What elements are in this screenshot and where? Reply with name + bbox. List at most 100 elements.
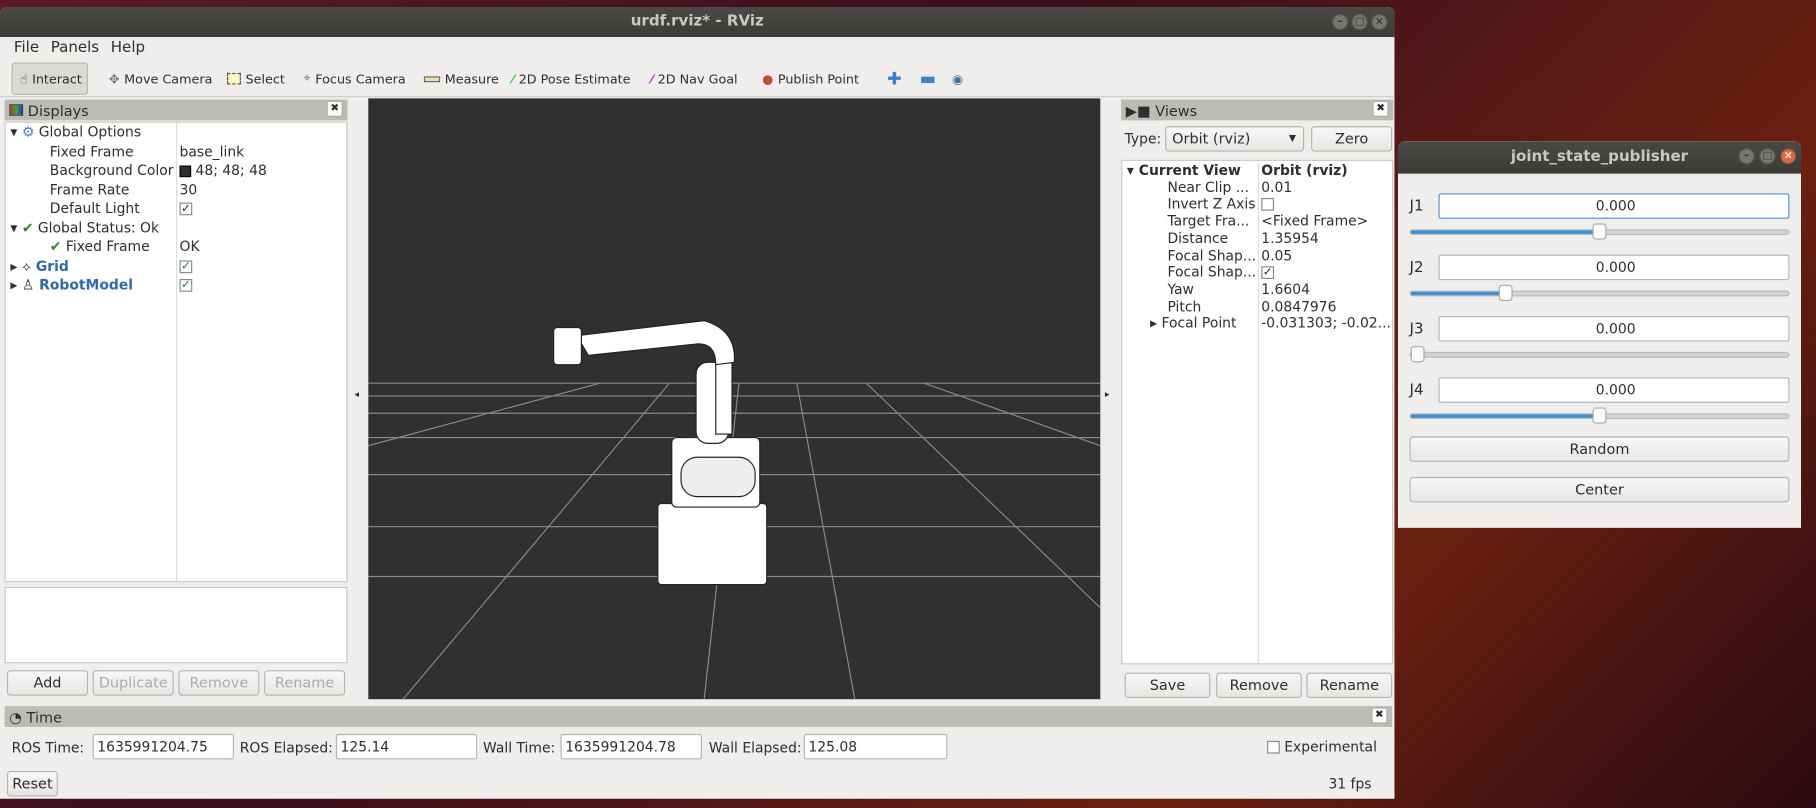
monitor-icon	[9, 104, 24, 116]
type-label: Type:	[1124, 130, 1162, 148]
tree-row-grid[interactable]: ▸ ⟡ Grid	[10, 256, 68, 275]
chevron-down-icon: ▼	[1288, 133, 1297, 144]
gear-icon: ⚙	[21, 123, 35, 141]
invert-z-checkbox[interactable]	[1261, 198, 1275, 212]
display-description	[4, 586, 348, 664]
scene	[368, 320, 1101, 700]
tool-move-camera[interactable]: ✥ Move Camera	[102, 60, 219, 97]
menu-help[interactable]: Help	[111, 37, 145, 60]
title-bar: urdf.rviz* - RViz – □ ×	[0, 6, 1395, 38]
background-color-value[interactable]: 48; 48; 48	[179, 161, 267, 180]
splitter-right-arrow[interactable]: ▸	[1105, 389, 1110, 399]
joint-label: J2	[1409, 259, 1424, 277]
joint-value-field[interactable]: 0.000	[1438, 193, 1790, 219]
check-icon: ✔	[49, 238, 62, 255]
tree-row-focal-point[interactable]: ▸ Focal Point	[1150, 314, 1236, 333]
tool-2d-nav-goal[interactable]: ⁄ 2D Nav Goal	[644, 60, 745, 97]
magenta-arrow-icon: ⁄	[650, 71, 654, 87]
3d-viewport[interactable]	[368, 98, 1101, 700]
tree-row-robotmodel[interactable]: ▸ ♙ RobotModel	[10, 276, 133, 295]
joint-value-field[interactable]: 0.000	[1438, 254, 1790, 281]
ruler-icon	[423, 75, 441, 82]
view-type-dropdown[interactable]: Orbit (rviz) ▼	[1165, 126, 1305, 152]
wall-time-label: Wall Time:	[482, 739, 556, 756]
menu-panels[interactable]: Panels	[51, 37, 99, 60]
tree-row-default-light[interactable]: Default Light	[50, 199, 140, 218]
checkbox-box	[1267, 740, 1280, 754]
tool-focus-camera[interactable]: ⌖ Focus Camera	[296, 60, 412, 97]
joint-state-publisher-window: joint_state_publisher – □ × J1 0.000 J2 …	[1397, 141, 1802, 528]
tool-interact[interactable]: ☝ Interact	[11, 62, 89, 95]
view-menu-button[interactable]: ◉	[945, 60, 970, 97]
maximize-button[interactable]: □	[1351, 13, 1368, 31]
slider-handle[interactable]	[1410, 346, 1425, 363]
tool-publish-point[interactable]: ● Publish Point	[755, 60, 866, 97]
tree-row-global-status[interactable]: ▾ ✔ Global Status: Ok	[10, 218, 159, 237]
robot-model	[553, 320, 768, 586]
center-button[interactable]: Center	[1409, 476, 1790, 503]
default-light-checkbox[interactable]: ✓	[179, 202, 193, 216]
jsp-window-title: joint_state_publisher	[1510, 148, 1689, 166]
jsp-minimize-button[interactable]: –	[1738, 148, 1755, 165]
tree-row-background-color[interactable]: Background Color	[50, 161, 174, 180]
wall-elapsed-field[interactable]: 125.08	[803, 733, 948, 760]
add-tool-button[interactable]: ✚	[880, 60, 908, 97]
menu-file[interactable]: File	[14, 37, 39, 60]
tree-row-frame-rate[interactable]: Frame Rate	[50, 180, 130, 199]
frame-rate-value[interactable]: 30	[180, 180, 198, 199]
fixed-frame-value[interactable]: base_link	[180, 142, 245, 161]
rename-display-button[interactable]: Rename	[264, 670, 346, 696]
tree-row-status-fixed-frame[interactable]: ✔ Fixed Frame	[50, 237, 150, 256]
views-close-button[interactable]: ✖	[1372, 100, 1389, 117]
status-value: OK	[179, 238, 200, 255]
focal-shape-checkbox[interactable]: ✓	[1261, 266, 1275, 280]
grid-checkbox[interactable]: ✓	[179, 259, 193, 273]
rename-view-button[interactable]: Rename	[1306, 672, 1393, 699]
wall-time-field[interactable]: 1635991204.78	[560, 733, 702, 760]
slider-handle[interactable]	[1592, 407, 1607, 424]
focal-point-value[interactable]: -0.031303; -0.02...	[1261, 314, 1391, 333]
tool-2d-pose-estimate[interactable]: ⁄ 2D Pose Estimate	[505, 60, 637, 97]
eye-icon: ◉	[952, 71, 964, 87]
duplicate-display-button[interactable]: Duplicate	[92, 670, 174, 696]
experimental-checkbox[interactable]: Experimental	[1267, 739, 1377, 755]
joint-value-field[interactable]: 0.000	[1438, 377, 1790, 403]
zero-button[interactable]: Zero	[1311, 126, 1393, 152]
tree-row-global-options[interactable]: ▾ ⚙ Global Options	[10, 123, 141, 142]
tool-select[interactable]: Select	[220, 60, 292, 97]
displays-close-button[interactable]: ✖	[326, 100, 343, 117]
remove-display-button[interactable]: Remove	[178, 670, 260, 696]
add-display-button[interactable]: Add	[6, 670, 89, 696]
green-arrow-icon: ⁄	[511, 71, 515, 87]
jsp-close-button[interactable]: ×	[1780, 148, 1797, 165]
minimize-button[interactable]: –	[1331, 13, 1349, 31]
ros-time-field[interactable]: 1635991204.75	[92, 733, 234, 760]
robotmodel-checkbox[interactable]: ✓	[179, 278, 193, 292]
move-camera-icon: ✥	[108, 71, 120, 87]
tool-measure[interactable]: Measure	[417, 60, 506, 97]
focus-camera-icon: ⌖	[303, 70, 311, 86]
slider-fill	[1410, 230, 1600, 234]
jsp-maximize-button[interactable]: □	[1759, 148, 1776, 165]
joint-slider[interactable]	[1409, 284, 1790, 301]
joint-value-field[interactable]: 0.000	[1438, 316, 1790, 342]
ros-time-label: ROS Time:	[11, 739, 85, 756]
slider-handle[interactable]	[1592, 223, 1607, 240]
joint-slider[interactable]	[1409, 407, 1790, 424]
ros-elapsed-field[interactable]: 125.14	[335, 733, 478, 760]
close-button[interactable]: ×	[1371, 13, 1388, 31]
tree-row-fixed-frame[interactable]: Fixed Frame	[50, 142, 134, 161]
reset-button[interactable]: Reset	[6, 770, 58, 797]
wall-elapsed-label: Wall Elapsed:	[708, 739, 802, 756]
hand-pointer-icon: ☝	[19, 71, 28, 87]
save-view-button[interactable]: Save	[1124, 672, 1211, 699]
splitter-left-arrow[interactable]: ◂	[354, 389, 359, 399]
joint-slider[interactable]	[1409, 223, 1790, 240]
remove-view-button[interactable]: Remove	[1216, 672, 1302, 699]
random-button[interactable]: Random	[1409, 436, 1790, 462]
slider-handle[interactable]	[1498, 284, 1513, 301]
remove-tool-button[interactable]: ▬	[913, 60, 943, 97]
joint-slider[interactable]	[1409, 346, 1790, 363]
ros-elapsed-label: ROS Elapsed:	[239, 739, 333, 756]
time-close-button[interactable]: ✖	[1371, 707, 1388, 724]
